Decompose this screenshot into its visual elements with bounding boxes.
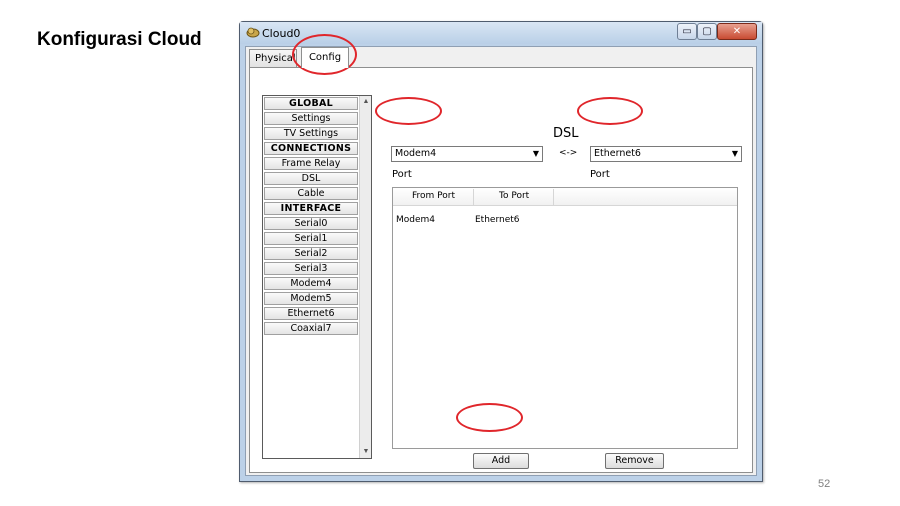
config-sidebar: GLOBAL Settings TV Settings CONNECTIONS … <box>262 95 372 459</box>
add-button[interactable]: Add <box>473 453 529 469</box>
sidebar-item-serial2[interactable]: Serial2 <box>264 247 358 260</box>
sidebar-item-serial1[interactable]: Serial1 <box>264 232 358 245</box>
remove-button[interactable]: Remove <box>605 453 664 469</box>
minimize-button[interactable]: ▭ <box>677 23 697 40</box>
row-from-port: Modem4 <box>396 215 436 225</box>
config-panel: GLOBAL Settings TV Settings CONNECTIONS … <box>249 67 753 473</box>
left-port-value: Modem4 <box>395 148 437 159</box>
sidebar-item-cable[interactable]: Cable <box>264 187 358 200</box>
column-divider <box>553 189 554 205</box>
chevron-down-icon: ▼ <box>731 149 738 158</box>
sidebar-item-settings[interactable]: Settings <box>264 112 358 125</box>
sidebar-header-interface: INTERFACE <box>264 202 358 215</box>
right-port-select[interactable]: Ethernet6 ▼ <box>590 146 742 162</box>
connections-table: From Port To Port Modem4 Ethernet6 <box>392 187 738 449</box>
sidebar-scrollbar[interactable]: ▲ ▼ <box>359 96 371 458</box>
window-client-area: Physical Config GLOBAL Settings TV Setti… <box>245 46 757 476</box>
left-port-select[interactable]: Modem4 ▼ <box>391 146 543 162</box>
sidebar-item-serial0[interactable]: Serial0 <box>264 217 358 230</box>
page-number: 52 <box>818 478 831 490</box>
sidebar-item-ethernet6[interactable]: Ethernet6 <box>264 307 358 320</box>
right-port-label: Port <box>590 169 610 180</box>
slide-title: Konfigurasi Cloud <box>37 29 202 50</box>
column-header-to-port[interactable]: To Port <box>499 191 529 201</box>
maximize-button[interactable]: ▢ <box>697 23 717 40</box>
sidebar-item-modem5[interactable]: Modem5 <box>264 292 358 305</box>
close-button[interactable]: ✕ <box>717 23 757 40</box>
tab-physical[interactable]: Physical <box>249 49 297 67</box>
table-row[interactable]: Modem4 Ethernet6 <box>393 215 737 229</box>
cloud-device-icon <box>246 27 260 38</box>
sidebar-header-connections: CONNECTIONS <box>264 142 358 155</box>
chevron-down-icon: ▼ <box>532 149 539 158</box>
table-header: From Port To Port <box>393 188 737 206</box>
cloud0-window: Cloud0 ▭ ▢ ✕ Physical Config GLOBAL Sett… <box>239 21 763 482</box>
window-title: Cloud0 <box>262 27 301 40</box>
scroll-down-arrow-icon[interactable]: ▼ <box>361 447 371 457</box>
sidebar-item-frame-relay[interactable]: Frame Relay <box>264 157 358 170</box>
sidebar-item-dsl[interactable]: DSL <box>264 172 358 185</box>
column-divider <box>473 189 474 205</box>
sidebar-item-modem4[interactable]: Modem4 <box>264 277 358 290</box>
left-port-label: Port <box>392 169 412 180</box>
sidebar-item-tv-settings[interactable]: TV Settings <box>264 127 358 140</box>
column-header-from-port[interactable]: From Port <box>412 191 455 201</box>
dsl-heading: DSL <box>553 126 579 141</box>
sidebar-item-coaxial7[interactable]: Coaxial7 <box>264 322 358 335</box>
tab-config[interactable]: Config <box>301 47 349 68</box>
connection-arrow: <-> <box>559 148 578 158</box>
window-titlebar[interactable]: Cloud0 ▭ ▢ ✕ <box>240 22 762 44</box>
scroll-up-arrow-icon[interactable]: ▲ <box>361 97 371 107</box>
row-to-port: Ethernet6 <box>475 215 520 225</box>
right-port-value: Ethernet6 <box>594 148 641 159</box>
sidebar-item-serial3[interactable]: Serial3 <box>264 262 358 275</box>
sidebar-header-global: GLOBAL <box>264 97 358 110</box>
